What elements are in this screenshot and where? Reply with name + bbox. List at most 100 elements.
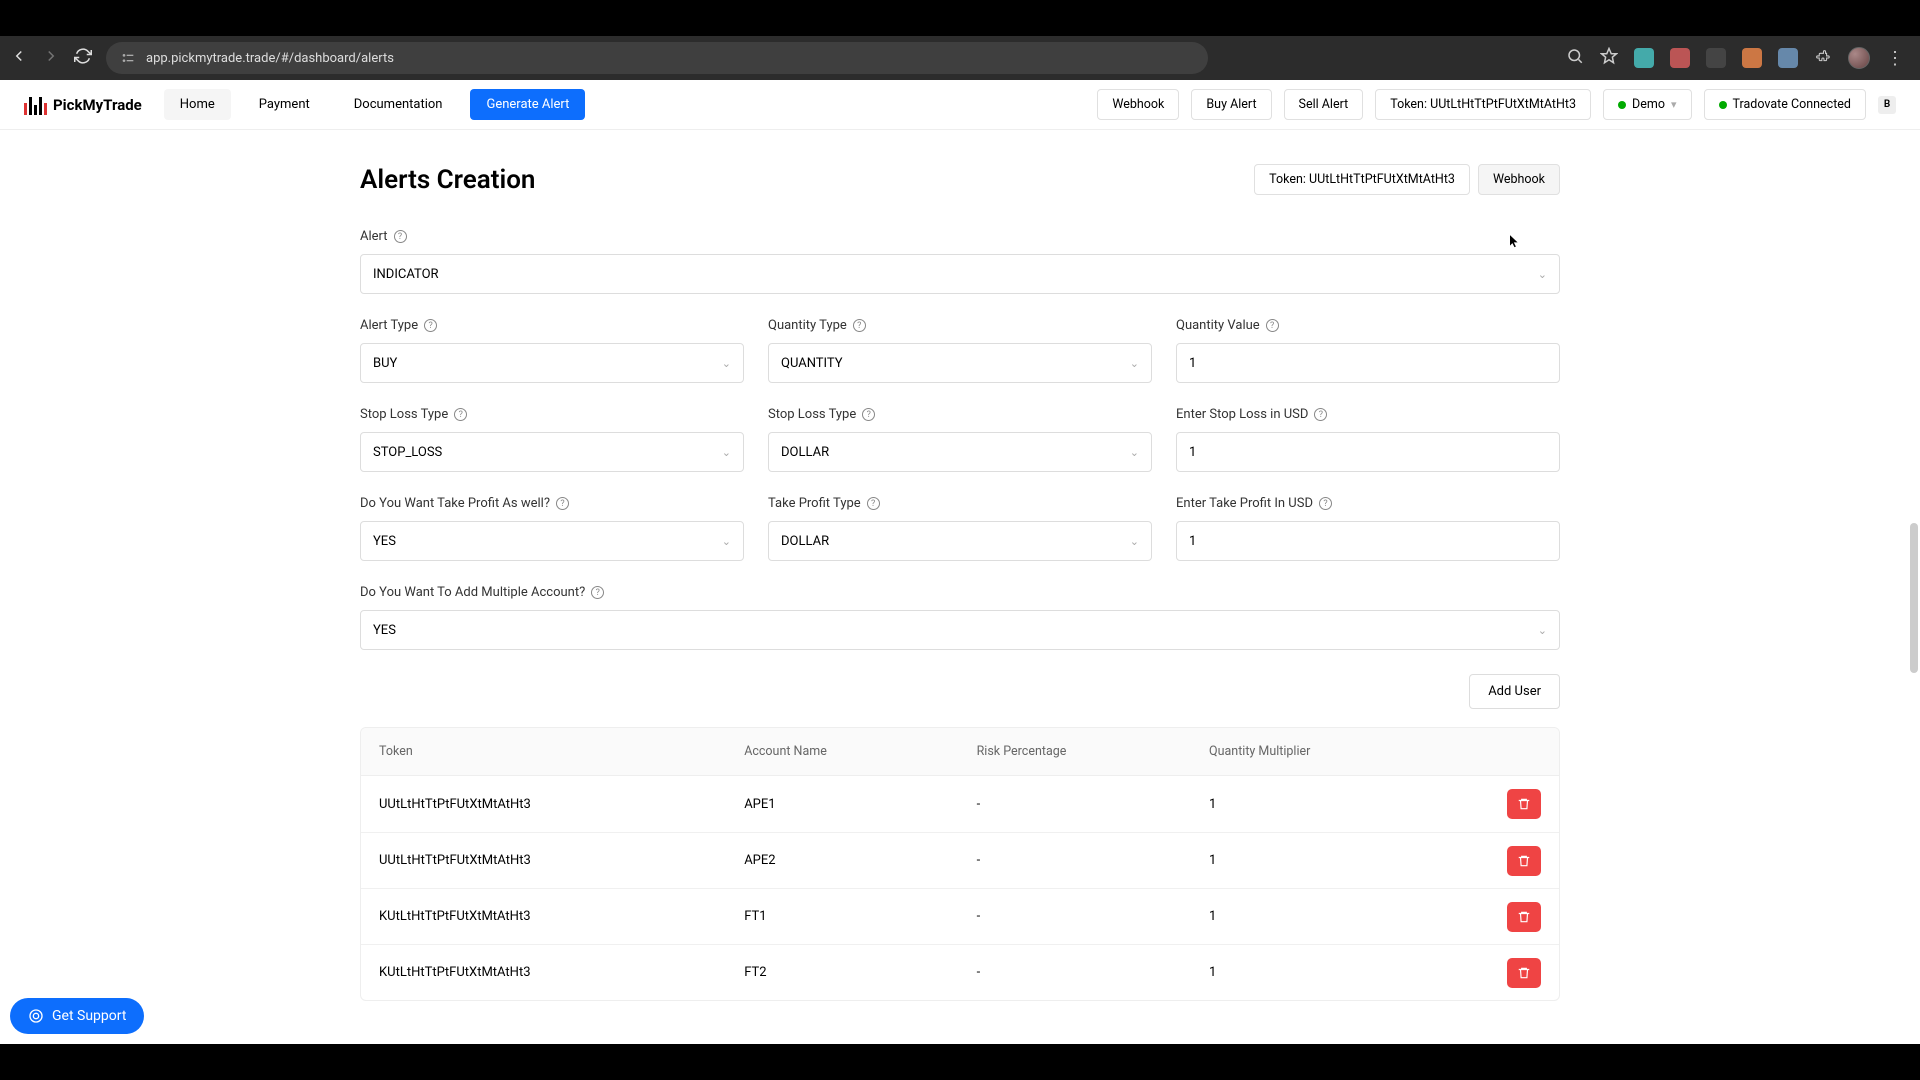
user-avatar[interactable]: B [1878, 96, 1896, 114]
cell-risk: - [977, 965, 1209, 980]
extension-icon-5[interactable] [1778, 48, 1798, 68]
qty-value-label: Quantity Value [1176, 318, 1260, 333]
status-dot-icon [1719, 101, 1727, 109]
cell-risk: - [977, 909, 1209, 924]
tp-type-value: DOLLAR [781, 534, 829, 549]
help-icon[interactable]: ? [1319, 497, 1332, 510]
delete-row-button[interactable] [1507, 789, 1541, 819]
help-icon[interactable]: ? [454, 408, 467, 421]
help-icon[interactable]: ? [556, 497, 569, 510]
help-icon[interactable]: ? [424, 319, 437, 332]
page-title: Alerts Creation [360, 165, 535, 195]
star-icon[interactable] [1600, 47, 1618, 69]
sl-usd-label: Enter Stop Loss in USD [1176, 407, 1308, 422]
qty-value-input[interactable]: 1 [1176, 343, 1560, 383]
sl-type-value: STOP_LOSS [373, 445, 442, 460]
cell-qty: 1 [1209, 965, 1441, 980]
cell-qty: 1 [1209, 909, 1441, 924]
address-bar[interactable]: app.pickmytrade.trade/#/dashboard/alerts [106, 42, 1208, 74]
multi-select[interactable]: YES ⌄ [360, 610, 1560, 650]
site-settings-icon [120, 50, 136, 66]
sl-type2-select[interactable]: DOLLAR ⌄ [768, 432, 1152, 472]
delete-row-button[interactable] [1507, 902, 1541, 932]
nav-environment-select[interactable]: Demo ▾ [1603, 89, 1691, 120]
environment-label: Demo [1632, 97, 1665, 112]
url-text: app.pickmytrade.trade/#/dashboard/alerts [146, 51, 394, 66]
cell-account: APE2 [744, 853, 976, 868]
kebab-menu-icon[interactable]: ⋮ [1886, 48, 1904, 69]
multi-value: YES [373, 623, 396, 638]
alert-select[interactable]: INDICATOR⌄ [360, 254, 1560, 294]
cell-risk: - [977, 797, 1209, 812]
chevron-down-icon: ⌄ [1538, 268, 1547, 281]
cell-token: UUtLtHtTtPtFUtXtMtAtHt3 [379, 853, 744, 868]
cell-qty: 1 [1209, 853, 1441, 868]
nav-buy-alert[interactable]: Buy Alert [1191, 89, 1271, 120]
tp-type-select[interactable]: DOLLAR⌄ [768, 521, 1152, 561]
alert-label: Alert [360, 229, 388, 244]
sl-type-label: Stop Loss Type [360, 407, 448, 422]
tp-usd-input[interactable]: 1 [1176, 521, 1560, 561]
extension-icon-3[interactable] [1706, 48, 1726, 68]
table-row: UUtLtHtTtPtFUtXtMtAtHt3APE2-1 [361, 832, 1559, 888]
page-token-pill[interactable]: Token: UUtLtHtTtPtFUtXtMtAtHt3 [1254, 164, 1470, 195]
brand-logo[interactable]: PickMyTrade [24, 95, 142, 115]
extension-icon-1[interactable] [1634, 48, 1654, 68]
tp-want-select[interactable]: YES⌄ [360, 521, 744, 561]
col-qty: Quantity Multiplier [1209, 744, 1441, 759]
help-icon[interactable]: ? [394, 230, 407, 243]
nav-token-pill[interactable]: Token: UUtLtHtTtPtFUtXtMtAtHt3 [1375, 89, 1591, 120]
support-label: Get Support [52, 1008, 126, 1024]
reload-icon[interactable] [74, 47, 92, 69]
sl-usd-input[interactable]: 1 [1176, 432, 1560, 472]
scrollbar-thumb[interactable] [1910, 523, 1918, 673]
extensions-puzzle-icon[interactable] [1814, 47, 1832, 69]
help-icon[interactable]: ? [591, 586, 604, 599]
extension-icon-4[interactable] [1742, 48, 1762, 68]
alert-type-select[interactable]: BUY ⌄ [360, 343, 744, 383]
delete-row-button[interactable] [1507, 958, 1541, 988]
help-icon[interactable]: ? [862, 408, 875, 421]
profile-avatar-icon[interactable] [1848, 47, 1870, 69]
chevron-down-icon: ⌄ [1538, 624, 1547, 637]
add-user-button[interactable]: Add User [1469, 674, 1560, 709]
alert-type-value: BUY [373, 356, 397, 371]
help-icon[interactable]: ? [1314, 408, 1327, 421]
cell-token: UUtLtHtTtPtFUtXtMtAtHt3 [379, 797, 744, 812]
search-icon[interactable] [1566, 47, 1584, 69]
help-icon[interactable]: ? [853, 319, 866, 332]
col-account: Account Name [744, 744, 976, 759]
nav-home[interactable]: Home [164, 89, 231, 120]
cell-token: KUtLtHtTtPtFUtXtMtAtHt3 [379, 909, 744, 924]
sl-type2-label: Stop Loss Type [768, 407, 856, 422]
forward-icon[interactable] [42, 47, 60, 69]
nav-webhook[interactable]: Webhook [1097, 89, 1179, 120]
help-icon[interactable]: ? [1266, 319, 1279, 332]
extension-icon-2[interactable] [1670, 48, 1690, 68]
sl-type2-value: DOLLAR [781, 445, 829, 460]
delete-row-button[interactable] [1507, 846, 1541, 876]
status-dot-icon [1618, 101, 1626, 109]
back-icon[interactable] [10, 47, 28, 69]
tp-want-value: YES [373, 534, 396, 549]
nav-connection-status[interactable]: Tradovate Connected [1704, 89, 1866, 120]
nav-documentation[interactable]: Documentation [338, 89, 459, 120]
browser-toolbar: app.pickmytrade.trade/#/dashboard/alerts… [0, 36, 1920, 80]
help-icon[interactable]: ? [867, 497, 880, 510]
get-support-button[interactable]: Get Support [10, 998, 144, 1034]
chevron-down-icon: ▾ [1671, 98, 1677, 111]
qty-type-select[interactable]: QUANTITY⌄ [768, 343, 1152, 383]
chevron-down-icon: ⌄ [722, 357, 731, 370]
trash-icon [1517, 854, 1531, 868]
col-risk: Risk Percentage [977, 744, 1209, 759]
nav-generate-alert[interactable]: Generate Alert [470, 89, 585, 120]
nav-sell-alert[interactable]: Sell Alert [1284, 89, 1364, 120]
nav-payment[interactable]: Payment [243, 89, 326, 120]
sl-type-select[interactable]: STOP_LOSS⌄ [360, 432, 744, 472]
chevron-down-icon: ⌄ [1130, 357, 1139, 370]
page-webhook-button[interactable]: Webhook [1478, 164, 1560, 195]
qty-value: 1 [1189, 356, 1196, 371]
brand-name: PickMyTrade [53, 96, 142, 114]
accounts-table: Token Account Name Risk Percentage Quant… [360, 727, 1560, 1001]
chevron-down-icon: ⌄ [1130, 446, 1139, 459]
